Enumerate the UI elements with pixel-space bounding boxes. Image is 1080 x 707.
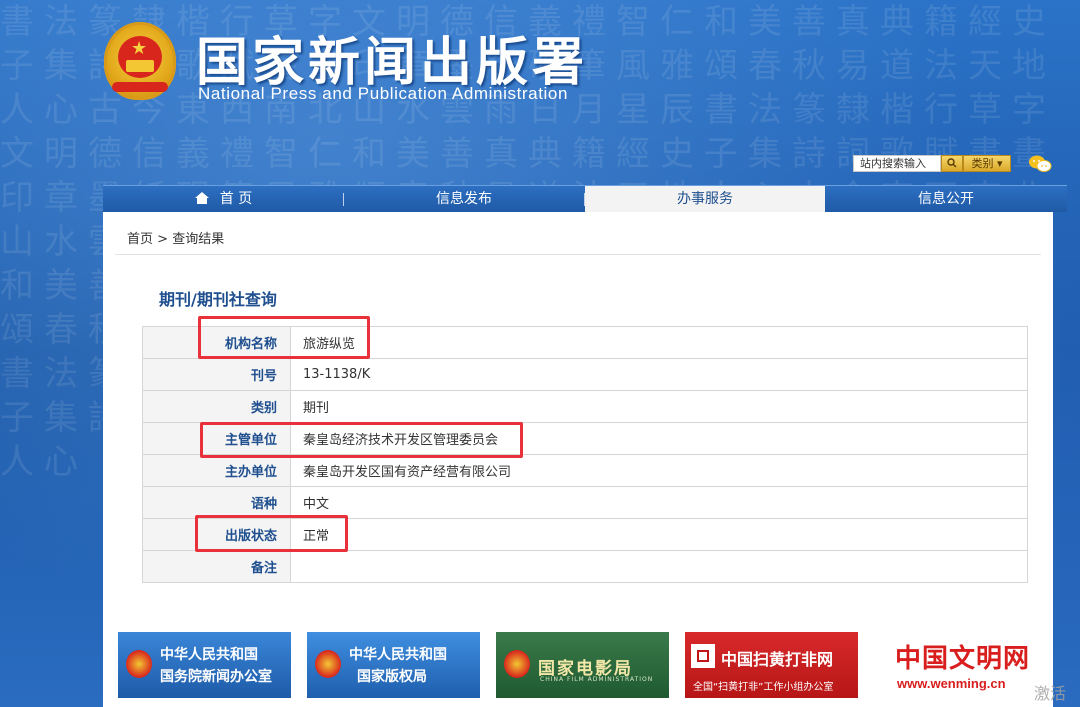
banner-film-administration[interactable]: 国家电影局 CHINA FILM ADMINISTRATION	[496, 632, 669, 698]
emblem-icon	[126, 650, 152, 678]
seal-icon	[691, 644, 715, 668]
main-content: 首页 > 查询结果 期刊/期刊社查询 机构名称 旅游纵览 刊号 13-1138/…	[103, 212, 1053, 707]
search-button[interactable]	[941, 155, 963, 172]
page-title: 期刊/期刊社查询	[159, 290, 277, 309]
highlight-box	[198, 316, 370, 359]
banner-subtitle: 全国“扫黄打非”工作小组办公室	[693, 682, 834, 693]
nav-item-home[interactable]: 首 页	[103, 186, 343, 213]
nav-item-services[interactable]: 办事服务	[585, 186, 825, 213]
watermark-text: 激活	[1034, 684, 1067, 703]
search-icon	[947, 158, 957, 168]
banner-subtitle: CHINA FILM ADMINISTRATION	[540, 676, 654, 683]
category-dropdown[interactable]: 类别 ▾	[963, 155, 1011, 172]
partner-links: 中华人民共和国 国务院新闻办公室 中华人民共和国 国家版权局 国家电影局 CHI…	[118, 632, 1048, 698]
emblem-icon	[504, 650, 530, 678]
banner-state-council-info-office[interactable]: 中华人民共和国 国务院新闻办公室	[118, 632, 291, 698]
row-label: 语种	[142, 486, 291, 519]
banner-url: www.wenming.cn	[897, 676, 1006, 691]
wechat-icon[interactable]	[1028, 154, 1052, 174]
nav-item-news[interactable]: 信息发布	[344, 186, 584, 213]
breadcrumb-current: 查询结果	[172, 232, 225, 247]
row-value: 期刊	[290, 390, 1028, 423]
nav-item-disclosure[interactable]: 信息公开	[825, 186, 1067, 213]
banner-title: 中国扫黄打非网	[721, 650, 834, 669]
row-value: 正常	[290, 518, 1028, 551]
highlight-box	[200, 422, 523, 458]
banner-wenming[interactable]: 中国文明网 www.wenming.cn	[883, 632, 1048, 698]
banner-subtitle: 国家版权局	[357, 669, 427, 685]
row-label: 刊号	[142, 358, 291, 391]
breadcrumb-separator: >	[157, 232, 169, 247]
national-emblem-icon[interactable]: ★	[104, 22, 176, 100]
banner-title: 中华人民共和国	[160, 647, 258, 663]
row-value: 中文	[290, 486, 1028, 519]
row-label: 类别	[142, 390, 291, 423]
divider	[115, 254, 1041, 255]
table-row: 备注	[142, 550, 1028, 583]
row-value: 旅游纵览	[290, 326, 1028, 359]
table-row: 主办单位 秦皇岛开发区国有资产经营有限公司	[142, 454, 1028, 487]
banner-anti-pornography[interactable]: 中国扫黄打非网 全国“扫黄打非”工作小组办公室	[685, 632, 858, 698]
row-value	[290, 550, 1028, 583]
row-value: 13-1138/K	[290, 358, 1028, 391]
site-header: ★ 国家新闻出版署 National Press and Publication…	[0, 0, 1080, 185]
category-label: 类别	[971, 157, 994, 170]
banner-subtitle: 国务院新闻办公室	[160, 669, 272, 685]
table-row: 刊号 13-1138/K	[142, 358, 1028, 391]
row-label: 主办单位	[142, 454, 291, 487]
banner-copyright-administration[interactable]: 中华人民共和国 国家版权局	[307, 632, 480, 698]
chevron-down-icon: ▾	[996, 157, 1003, 170]
emblem-icon	[315, 650, 341, 678]
breadcrumb-home-link[interactable]: 首页	[127, 232, 153, 247]
nav-item-label: 首 页	[219, 191, 253, 207]
banner-title: 中国文明网	[895, 644, 1031, 674]
search-input[interactable]: 站内搜索输入	[853, 155, 941, 172]
highlight-box	[195, 515, 348, 552]
row-value: 秦皇岛开发区国有资产经营有限公司	[290, 454, 1028, 487]
site-subtitle: National Press and Publication Administr…	[198, 84, 569, 103]
table-row: 类别 期刊	[142, 390, 1028, 423]
main-nav: 首 页 信息发布 办事服务 信息公开	[103, 185, 1067, 213]
table-row: 语种 中文	[142, 486, 1028, 519]
home-icon	[194, 192, 209, 204]
banner-title: 中华人民共和国	[349, 647, 447, 663]
row-label: 备注	[142, 550, 291, 583]
breadcrumb: 首页 > 查询结果	[127, 228, 224, 247]
